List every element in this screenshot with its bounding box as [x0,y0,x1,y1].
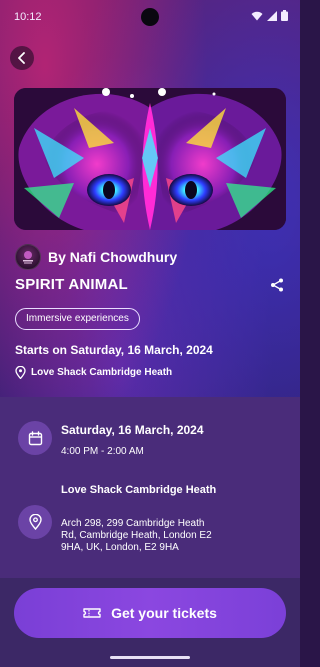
butterfly-artwork [14,88,286,230]
event-date: Saturday, 16 March, 2024 [61,423,204,437]
wifi-icon [251,11,263,20]
event-time: 4:00 PM - 2:00 AM [61,446,144,457]
battery-icon [281,10,288,21]
get-tickets-button[interactable]: Get your tickets [14,588,286,638]
share-icon [271,278,283,292]
camera-cutout [141,8,159,26]
calendar-icon [28,430,42,445]
calendar-icon-badge [18,421,52,455]
home-indicator[interactable] [110,656,190,659]
location-icon-badge [18,505,52,539]
share-button[interactable] [268,276,286,294]
location-pin-icon [28,514,42,530]
category-chip[interactable]: Immersive experiences [15,308,140,330]
status-time: 10:12 [14,11,42,23]
organizer-row[interactable]: By Nafi Chowdhury [15,244,177,270]
location-pin-icon [15,366,26,379]
back-button[interactable] [10,46,34,70]
event-details-screen: 10:12 By Nafi Chowdhury SPIRIT ANIMAL Im… [0,0,300,667]
venue-short-label: Love Shack Cambridge Heath [31,367,173,378]
event-title: SPIRIT ANIMAL [15,276,128,293]
signal-icon [267,10,277,21]
venue-address: Arch 298, 299 Cambridge Heath Rd, Cambri… [61,518,212,553]
organizer-name: By Nafi Chowdhury [48,249,178,265]
venue-name[interactable]: Love Shack Cambridge Heath [61,483,221,497]
get-tickets-label: Get your tickets [111,605,217,621]
status-icons [251,10,288,21]
organizer-logo-icon [23,251,33,264]
status-bar: 10:12 [0,0,300,34]
event-hero-image [14,88,286,230]
venue-row[interactable]: Love Shack Cambridge Heath [15,366,172,379]
arrow-left-icon [18,52,25,64]
ticket-icon [83,608,101,618]
organizer-avatar [15,244,41,270]
start-date-text: Starts on Saturday, 16 March, 2024 [15,343,213,357]
